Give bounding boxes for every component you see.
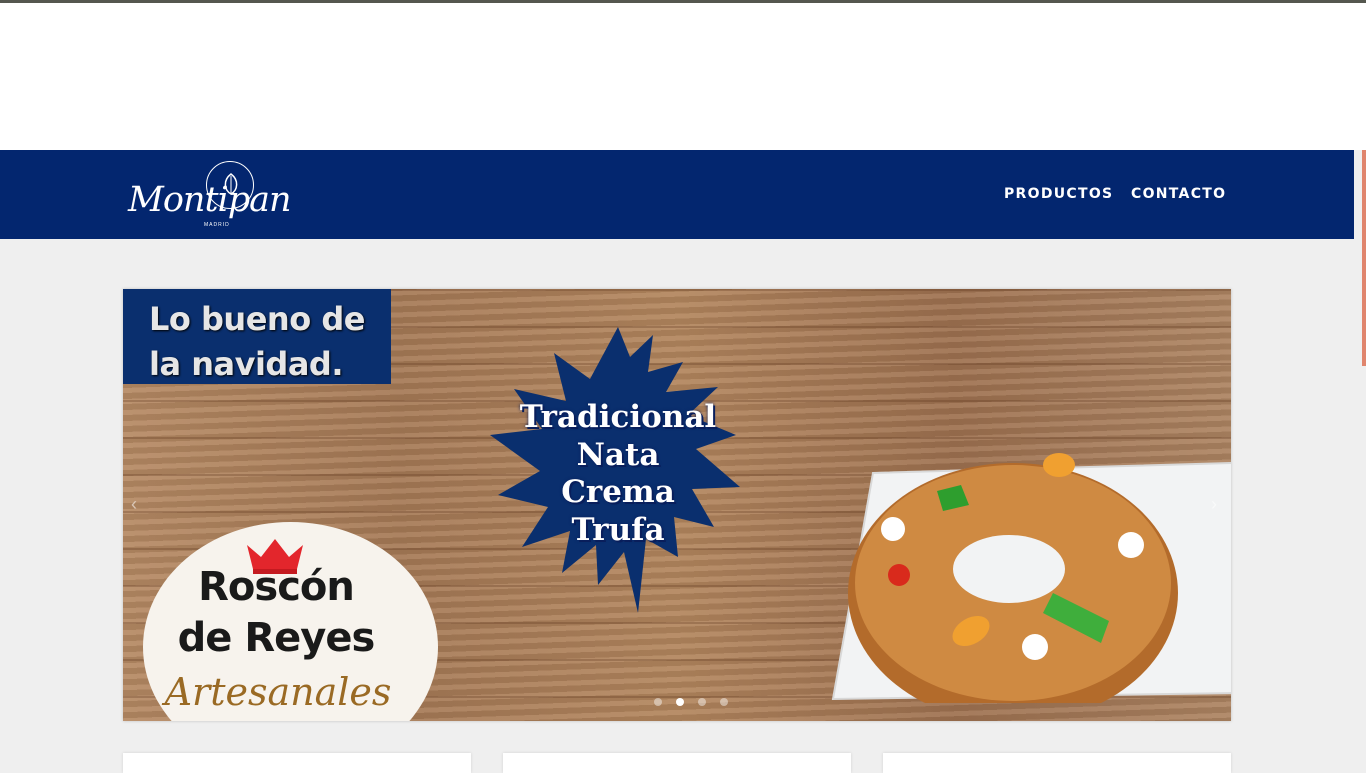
- badge-title-line2: de Reyes: [177, 615, 376, 661]
- content-card[interactable]: [503, 753, 851, 773]
- badge-title-line1: Roscón: [198, 564, 355, 610]
- slide-headline: Lo bueno de la navidad.: [149, 300, 365, 383]
- logo-subtitle: MADRID: [204, 222, 230, 228]
- carousel-indicators: [654, 698, 728, 706]
- roscon-image: [831, 453, 1231, 703]
- logo-wordmark: Montipan: [128, 180, 292, 220]
- flavour-item: Trufa: [571, 511, 665, 548]
- carousel-dot-3[interactable]: [698, 698, 706, 706]
- flavour-item: Nata: [576, 436, 660, 473]
- header-spacer: [0, 3, 1366, 150]
- badge-script-text: Artesanales: [164, 670, 392, 714]
- carousel-dot-2[interactable]: [676, 698, 684, 706]
- carousel-dot-4[interactable]: [720, 698, 728, 706]
- hero-carousel[interactable]: Lo bueno de la navidad. Tradicional Nata…: [123, 289, 1231, 721]
- carousel-prev-icon[interactable]: ‹: [131, 494, 137, 515]
- content-card[interactable]: [883, 753, 1231, 773]
- content-card[interactable]: [123, 753, 471, 773]
- flavour-item: Tradicional: [519, 399, 717, 435]
- carousel-next-icon[interactable]: ›: [1211, 494, 1217, 515]
- nav-link-productos[interactable]: PRODUCTOS: [1004, 186, 1113, 202]
- flavour-item: Crema: [561, 474, 675, 510]
- headline-box: Lo bueno de la navidad.: [123, 289, 391, 384]
- scrollbar-thumb[interactable]: [1362, 150, 1366, 366]
- site-logo[interactable]: Montipan MADRID: [126, 158, 292, 232]
- nav-link-contacto[interactable]: CONTACTO: [1131, 186, 1226, 202]
- flavour-list: Tradicional Nata Crema Trufa: [498, 399, 738, 549]
- carousel-dot-1[interactable]: [654, 698, 662, 706]
